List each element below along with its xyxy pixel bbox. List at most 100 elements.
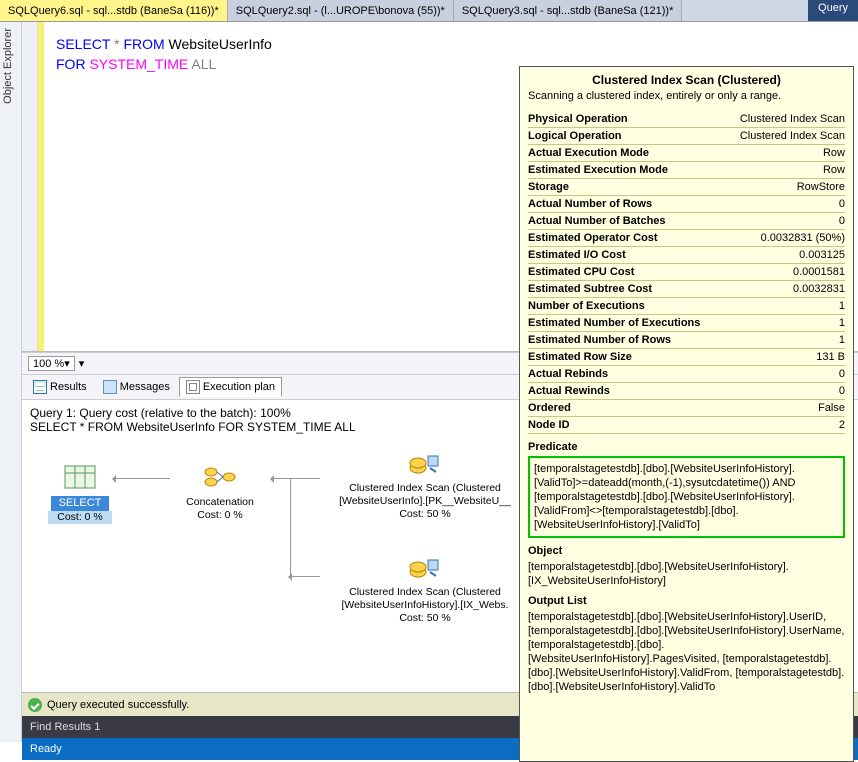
plan-icon <box>186 380 200 394</box>
tooltip-property-row: Physical OperationClustered Index Scan <box>528 111 845 128</box>
tooltip-property-row: Logical Operation Clustered Index Scan <box>528 128 845 145</box>
tooltip-property-row: Actual Execution Mode Row <box>528 145 845 162</box>
kw-system-time: SYSTEM_TIME <box>89 56 188 72</box>
tab-execution-plan[interactable]: Execution plan <box>179 377 282 397</box>
tooltip-property-value: False <box>818 401 845 415</box>
success-icon <box>28 698 42 712</box>
tooltip-property-key: Actual Rewinds <box>528 384 610 398</box>
tooltip-property-key: Logical Operation <box>528 129 622 143</box>
operator-tooltip: Clustered Index Scan (Clustered) Scannin… <box>519 66 854 762</box>
tab-messages[interactable]: Messages <box>96 377 177 397</box>
tooltip-object-header: Object <box>528 544 845 558</box>
grid-icon <box>33 380 47 394</box>
tooltip-property-key: Storage <box>528 180 569 194</box>
tooltip-property-row: Node ID 2 <box>528 417 845 434</box>
tbl-name: WebsiteUserInfo <box>165 36 272 52</box>
tooltip-property-value: Row <box>823 146 845 160</box>
tooltip-property-key: Estimated Operator Cost <box>528 231 658 245</box>
menu-query[interactable]: Query <box>808 0 858 21</box>
tooltip-property-row: Actual Rebinds0 <box>528 366 845 383</box>
editor-gutter <box>22 22 38 351</box>
tooltip-subtitle: Scanning a clustered index, entirely or … <box>528 89 845 103</box>
file-tab-3[interactable]: SQLQuery3.sql - sql...stdb (BaneSa (121)… <box>454 0 683 21</box>
plan-node-concatenation[interactable]: Concatenation Cost: 0 % <box>170 464 270 522</box>
tooltip-property-key: Estimated Row Size <box>528 350 632 364</box>
file-tab-strip: SQLQuery6.sql - sql...stdb (BaneSa (116)… <box>0 0 858 22</box>
tooltip-property-row: Estimated Subtree Cost 0.0032831 <box>528 281 845 298</box>
tooltip-property-key: Estimated Execution Mode <box>528 163 668 177</box>
file-tab-label: SQLQuery3.sql - sql...stdb (BaneSa (121)… <box>462 5 674 17</box>
tab-results[interactable]: Results <box>26 377 94 397</box>
tooltip-property-value: 0.0032831 (50%) <box>761 231 845 245</box>
plan-node-cost: Cost: 50 % <box>320 508 530 521</box>
tooltip-property-value: Clustered Index Scan <box>740 129 845 143</box>
tooltip-predicate: [temporalstagetestdb].[dbo].[WebsiteUser… <box>528 456 845 538</box>
status-message-text: Query executed successfully. <box>47 699 189 711</box>
plan-node-title: Clustered Index Scan (Clustered <box>320 586 530 599</box>
file-tab-label: SQLQuery6.sql - sql...stdb (BaneSa (116)… <box>8 5 219 17</box>
tooltip-property-row: Estimated I/O Cost 0.003125 <box>528 247 845 264</box>
plan-node-object: [WebsiteUserInfo].[PK__WebsiteU__ <box>320 495 530 508</box>
tooltip-property-row: Number of Executions 1 <box>528 298 845 315</box>
tooltip-property-value: 2 <box>839 418 845 432</box>
tooltip-property-value: 1 <box>839 299 845 313</box>
file-tab-1[interactable]: SQLQuery6.sql - sql...stdb (BaneSa (116)… <box>0 0 228 21</box>
concat-icon <box>203 464 237 490</box>
zoom-dropdown[interactable]: 100 % ▾ <box>28 356 75 371</box>
plan-connector <box>290 478 291 576</box>
tooltip-property-value: Clustered Index Scan <box>740 112 845 126</box>
tooltip-property-key: Node ID <box>528 418 570 432</box>
tooltip-property-row: Estimated Execution Mode Row <box>528 162 845 179</box>
plan-node-title: Concatenation <box>170 496 270 509</box>
plan-node-scan-2[interactable]: Clustered Index Scan (Clustered [Website… <box>320 554 530 625</box>
plan-node-scan-1[interactable]: Clustered Index Scan (Clustered [Website… <box>320 450 530 521</box>
object-explorer-sidebar[interactable]: Object Explorer <box>0 22 22 742</box>
tooltip-title: Clustered Index Scan (Clustered) <box>528 73 845 87</box>
kw-all: ALL <box>188 56 216 72</box>
tooltip-property-key: Estimated Subtree Cost <box>528 282 652 296</box>
tooltip-property-value: 1 <box>839 316 845 330</box>
message-icon <box>103 380 117 394</box>
plan-connector <box>114 478 170 479</box>
tooltip-property-row: Actual Number of Batches 0 <box>528 213 845 230</box>
tooltip-property-row: Estimated Row Size131 B <box>528 349 845 366</box>
tooltip-property-key: Actual Execution Mode <box>528 146 649 160</box>
plan-connector <box>290 576 320 577</box>
tooltip-property-value: Row <box>823 163 845 177</box>
tooltip-property-value: 0 <box>839 197 845 211</box>
tooltip-output: [temporalstagetestdb].[dbo].[WebsiteUser… <box>528 610 845 694</box>
file-tab-2[interactable]: SQLQuery2.sql - (l...UROPE\bonova (55))* <box>228 0 454 21</box>
index-scan-icon <box>408 450 442 476</box>
tooltip-object: [temporalstagetestdb].[dbo].[WebsiteUser… <box>528 560 845 588</box>
tooltip-predicate-header: Predicate <box>528 440 845 454</box>
tooltip-property-key: Number of Executions <box>528 299 645 313</box>
tooltip-property-key: Actual Number of Batches <box>528 214 666 228</box>
tooltip-property-value: 0.0032831 <box>793 282 845 296</box>
tooltip-property-key: Actual Number of Rows <box>528 197 652 211</box>
plan-node-title: Clustered Index Scan (Clustered <box>320 482 530 495</box>
tooltip-property-row: Actual Number of Rows 0 <box>528 196 845 213</box>
zoom-step-down-icon[interactable]: ▾ <box>79 357 85 370</box>
tooltip-property-value: 0 <box>839 214 845 228</box>
tooltip-property-row: Estimated CPU Cost0.0001581 <box>528 264 845 281</box>
plan-node-title: SELECT <box>51 496 110 511</box>
plan-connector <box>272 478 320 479</box>
tooltip-property-key: Estimated CPU Cost <box>528 265 634 279</box>
tooltip-property-value: 0 <box>839 384 845 398</box>
tooltip-property-row: Estimated Operator Cost 0.0032831 (50%) <box>528 230 845 247</box>
index-scan-icon <box>408 554 442 580</box>
object-explorer-label: Object Explorer <box>0 22 16 110</box>
tooltip-output-header: Output List <box>528 594 845 608</box>
tooltip-property-key: Estimated Number of Rows <box>528 333 671 347</box>
tooltip-property-key: Ordered <box>528 401 571 415</box>
tooltip-property-value: 0.003125 <box>799 248 845 262</box>
plan-node-object: [WebsiteUserInfoHistory].[IX_Webs. <box>320 599 530 612</box>
kw-for: FOR <box>56 56 86 72</box>
plan-node-select[interactable]: SELECT Cost: 0 % <box>48 464 112 524</box>
tooltip-property-row: Estimated Number of Executions1 <box>528 315 845 332</box>
select-result-icon <box>63 464 97 490</box>
kw-from: FROM <box>123 36 164 52</box>
file-tab-label: SQLQuery2.sql - (l...UROPE\bonova (55))* <box>236 5 445 17</box>
plan-node-cost: Cost: 0 % <box>48 511 112 524</box>
tooltip-property-key: Estimated I/O Cost <box>528 248 626 262</box>
